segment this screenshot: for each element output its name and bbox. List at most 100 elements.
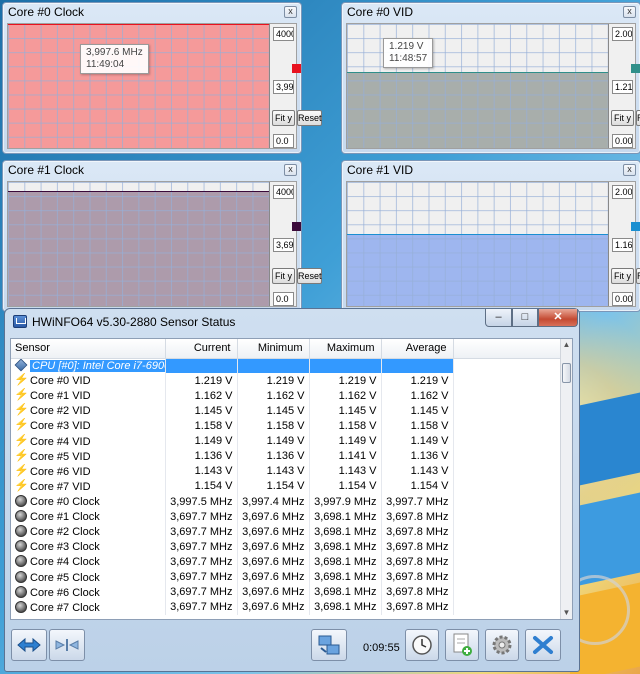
column-header-average[interactable]: Average bbox=[381, 339, 454, 359]
table-row[interactable]: Core #4 Clock 3,697.7 MHz 3,697.6 MHz 3,… bbox=[11, 554, 563, 570]
network-button[interactable] bbox=[311, 629, 347, 661]
average-cell: 3,697.8 MHz bbox=[381, 554, 454, 570]
minimize-button[interactable]: – bbox=[485, 309, 512, 327]
voltage-icon bbox=[14, 479, 29, 492]
reset-button[interactable]: Reset bbox=[297, 268, 322, 284]
graph-tooltip: 1.219 V 11:48:57 bbox=[383, 38, 434, 68]
close-button[interactable]: ✕ bbox=[538, 309, 578, 327]
graph-window[interactable]: Core #1 VID x 2.000 1.162 V Fit y Reset … bbox=[341, 160, 640, 312]
maximum-cell: 1.154 V bbox=[309, 478, 382, 494]
graph-title: Core #1 Clock bbox=[8, 163, 85, 177]
current-cell: 3,697.7 MHz bbox=[165, 599, 238, 615]
tooltip-value: 3,997.6 MHz bbox=[86, 47, 143, 58]
graph-body: 1.219 V11:48:57 2.000 1.219 V Fit y Rese… bbox=[346, 23, 640, 149]
clock-sensor-icon bbox=[15, 540, 27, 553]
graph-grid bbox=[347, 182, 608, 306]
hwinfo-app-icon bbox=[13, 315, 27, 328]
maximize-button[interactable]: □ bbox=[512, 309, 538, 327]
column-header-sensor[interactable]: Sensor bbox=[11, 339, 166, 359]
table-row[interactable]: Core #6 Clock 3,697.7 MHz 3,697.6 MHz 3,… bbox=[11, 584, 563, 600]
clock-sensor-icon bbox=[15, 510, 27, 523]
graph-grid bbox=[8, 182, 269, 306]
table-row[interactable]: Core #6 VID 1.143 V 1.143 V 1.143 V 1.14… bbox=[11, 463, 563, 479]
table-row[interactable]: Core #0 VID 1.219 V 1.219 V 1.219 V 1.21… bbox=[11, 373, 563, 389]
clock-sensor-icon bbox=[15, 570, 27, 583]
fit-y-button[interactable]: Fit y bbox=[611, 110, 634, 126]
sensor-name: Core #7 Clock bbox=[30, 601, 100, 614]
column-header-maximum[interactable]: Maximum bbox=[309, 339, 382, 359]
table-row[interactable]: Core #3 Clock 3,697.7 MHz 3,697.6 MHz 3,… bbox=[11, 539, 563, 555]
graph-close-button[interactable]: x bbox=[284, 6, 297, 18]
table-row[interactable]: Core #3 VID 1.158 V 1.158 V 1.158 V 1.15… bbox=[11, 418, 563, 434]
scroll-down-arrow[interactable]: ▼ bbox=[561, 607, 572, 619]
average-cell: 3,697.8 MHz bbox=[381, 524, 454, 540]
average-cell: 1.154 V bbox=[381, 478, 454, 494]
graph-close-button[interactable]: x bbox=[623, 164, 636, 176]
graph-window[interactable]: Core #0 VID x 1.219 V11:48:57 2.000 1.21… bbox=[341, 2, 640, 154]
current-cell: 1.154 V bbox=[165, 478, 238, 494]
maximum-cell: 3,698.1 MHz bbox=[309, 599, 382, 615]
column-header-minimum[interactable]: Minimum bbox=[237, 339, 310, 359]
reset-button[interactable]: Reset bbox=[636, 268, 640, 284]
minimum-cell: 1.158 V bbox=[237, 418, 310, 434]
sensor-name-cell: Core #1 VID bbox=[11, 388, 166, 404]
sensor-name: Core #5 Clock bbox=[30, 571, 100, 584]
clock-sensor-icon bbox=[15, 495, 27, 508]
graph-plot[interactable]: 1.219 V 11:48:57 bbox=[347, 24, 609, 148]
table-row-selected[interactable]: CPU [#0]: Intel Core i7-6900K bbox=[11, 358, 563, 374]
graph-color-swatch[interactable] bbox=[631, 64, 640, 73]
table-row[interactable]: Core #1 Clock 3,697.7 MHz 3,697.6 MHz 3,… bbox=[11, 509, 563, 525]
table-row[interactable]: Core #2 Clock 3,697.7 MHz 3,697.6 MHz 3,… bbox=[11, 524, 563, 540]
sensor-name-cell: Core #2 VID bbox=[11, 403, 166, 419]
sensor-group-name: CPU [#0]: Intel Core i7-6900K bbox=[30, 360, 164, 373]
graph-max-value: 4000.0 bbox=[273, 185, 294, 199]
graph-window[interactable]: Core #1 Clock x 4000.0 3,697.7 MHz Fit y… bbox=[2, 160, 322, 312]
table-row[interactable]: Core #1 VID 1.162 V 1.162 V 1.162 V 1.16… bbox=[11, 388, 563, 404]
table-row[interactable]: Core #7 VID 1.154 V 1.154 V 1.154 V 1.15… bbox=[11, 478, 563, 494]
fit-y-button[interactable]: Fit y bbox=[272, 110, 295, 126]
graph-close-button[interactable]: x bbox=[284, 164, 297, 176]
scroll-up-arrow[interactable]: ▲ bbox=[561, 339, 572, 351]
collapse-columns-button[interactable] bbox=[49, 629, 85, 661]
fit-y-button[interactable]: Fit y bbox=[611, 268, 634, 284]
current-cell: 3,697.7 MHz bbox=[165, 524, 238, 540]
reset-button[interactable]: Reset bbox=[297, 110, 322, 126]
maximum-cell: 3,698.1 MHz bbox=[309, 554, 382, 570]
table-row[interactable]: Core #7 Clock 3,697.7 MHz 3,697.6 MHz 3,… bbox=[11, 599, 563, 615]
graph-color-swatch[interactable] bbox=[292, 222, 301, 231]
graph-min-value: 0.000 bbox=[612, 134, 633, 148]
sensor-table: Sensor Current Minimum Maximum Average C… bbox=[11, 339, 563, 615]
table-row[interactable]: Core #2 VID 1.145 V 1.145 V 1.145 V 1.14… bbox=[11, 403, 563, 419]
clock-sensor-icon bbox=[15, 525, 27, 538]
fit-y-button[interactable]: Fit y bbox=[272, 268, 295, 284]
reset-button[interactable]: Reset bbox=[636, 110, 640, 126]
column-header-current[interactable]: Current bbox=[165, 339, 238, 359]
graph-color-swatch[interactable] bbox=[631, 222, 640, 231]
graph-window[interactable]: Core #0 Clock x 3,997.6 MHz11:49:04 4000… bbox=[2, 2, 322, 154]
sensor-name: Core #6 Clock bbox=[30, 586, 100, 599]
table-row[interactable]: Core #5 Clock 3,697.7 MHz 3,697.6 MHz 3,… bbox=[11, 569, 563, 585]
table-row[interactable]: Core #4 VID 1.149 V 1.149 V 1.149 V 1.14… bbox=[11, 433, 563, 449]
graph-color-swatch[interactable] bbox=[292, 64, 301, 73]
graph-close-button[interactable]: x bbox=[623, 6, 636, 18]
logging-button[interactable] bbox=[445, 629, 479, 661]
vertical-scrollbar[interactable]: ▲ ▼ bbox=[560, 339, 572, 619]
maximum-cell: 1.141 V bbox=[309, 448, 382, 464]
graph-plot[interactable]: 3,997.6 MHz 11:49:04 bbox=[8, 24, 270, 148]
close-sensors-button[interactable] bbox=[525, 629, 561, 661]
graph-plot[interactable] bbox=[8, 182, 270, 306]
maximum-cell: 3,698.1 MHz bbox=[309, 509, 382, 525]
graph-side-panel: 2.000 1.219 V Fit y Reset 0.000 bbox=[609, 24, 640, 148]
expand-columns-button[interactable] bbox=[11, 629, 47, 661]
table-row[interactable]: Core #0 Clock 3,997.5 MHz 3,997.4 MHz 3,… bbox=[11, 493, 563, 510]
scrollbar-thumb[interactable] bbox=[562, 363, 571, 383]
minimum-cell: 1.145 V bbox=[237, 403, 310, 419]
sensor-name-cell: Core #7 Clock bbox=[11, 599, 166, 615]
graph-plot[interactable] bbox=[347, 182, 609, 306]
settings-button[interactable] bbox=[485, 629, 519, 661]
clock-reset-button[interactable] bbox=[405, 629, 439, 661]
table-row[interactable]: Core #5 VID 1.136 V 1.136 V 1.141 V 1.13… bbox=[11, 448, 563, 464]
graph-line bbox=[8, 191, 269, 193]
sensor-name: Core #5 VID bbox=[30, 450, 91, 463]
tooltip-time: 11:49:04 bbox=[86, 59, 125, 70]
